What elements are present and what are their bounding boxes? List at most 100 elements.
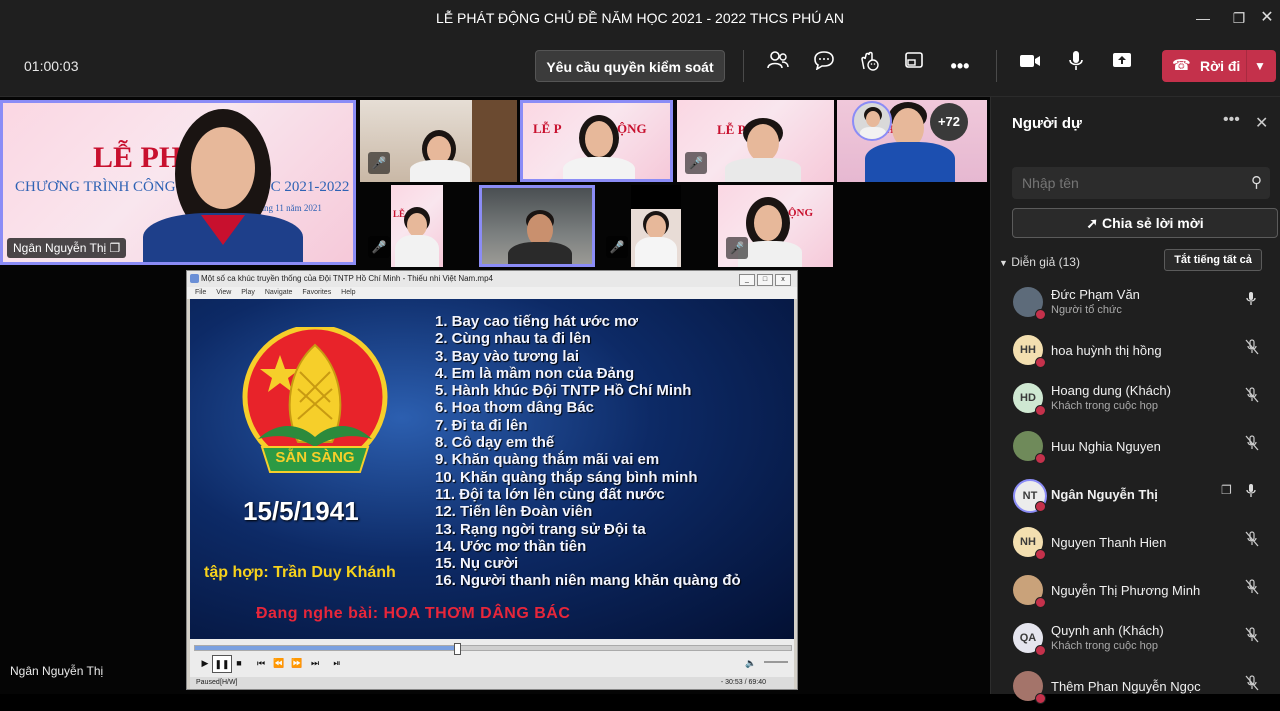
player-menu-file[interactable]: File bbox=[195, 289, 206, 296]
chevron-down-icon[interactable]: ▼ bbox=[1254, 50, 1266, 82]
player-menu-help[interactable]: Help bbox=[341, 289, 355, 296]
search-input[interactable] bbox=[1012, 167, 1242, 199]
microphone-muted-icon[interactable] bbox=[1245, 627, 1259, 646]
participant-name: hoa huỳnh thị hồng bbox=[1051, 343, 1162, 358]
microphone-muted-icon[interactable] bbox=[1245, 435, 1259, 454]
presence-status-icon bbox=[1035, 645, 1046, 656]
composer-credit: tập hợp: Trần Duy Khánh bbox=[204, 564, 396, 581]
mic-off-icon: 🎤 bbox=[606, 236, 628, 258]
player-menu-play[interactable]: Play bbox=[241, 289, 255, 296]
restore-icon[interactable]: ❐ bbox=[1224, 6, 1254, 30]
share-screen-icon: ❐ bbox=[109, 241, 121, 255]
video-tile-main-speaker[interactable]: LỄ PHÁ CHƯƠNG TRÌNH CÔNG HỌC 2021-2022 t… bbox=[0, 100, 356, 265]
participant-name: Ngân Nguyễn Thị bbox=[1051, 487, 1158, 502]
participant-row[interactable]: HD Hoang dung (Khách) Khách trong cuộc họp bbox=[991, 375, 1280, 423]
chat-icon[interactable] bbox=[808, 50, 840, 82]
camera-icon[interactable] bbox=[1014, 50, 1046, 82]
player-app-icon bbox=[190, 274, 199, 283]
close-icon[interactable]: ✕ bbox=[1255, 113, 1268, 133]
participant-name: Quynh anh (Khách) bbox=[1051, 623, 1164, 638]
video-tile[interactable]: LỄ P ỘNG bbox=[520, 100, 673, 182]
microphone-icon[interactable] bbox=[1245, 291, 1257, 310]
founding-date: 15/5/1941 bbox=[243, 496, 359, 526]
presence-status-icon bbox=[1035, 549, 1046, 560]
song-list-item: 3. Bay vào tương lai bbox=[435, 347, 580, 365]
player-controls: ▶ ❚❚ ■ ⏮ ⏪ ⏩ ⏭ ⏯ 🔈 Paused [H/W] - 30:53 … bbox=[190, 639, 794, 689]
stop-icon[interactable]: ■ bbox=[230, 655, 248, 671]
player-menu-favorites[interactable]: Favorites bbox=[302, 289, 331, 296]
participant-row[interactable]: Thêm Phan Nguyễn Ngọc bbox=[991, 663, 1280, 711]
song-list: 1. Bay cao tiếng hát ước mơ 2. Cùng nhau … bbox=[435, 313, 741, 590]
seek-bar[interactable] bbox=[194, 643, 792, 655]
player-menu-navigate[interactable]: Navigate bbox=[265, 289, 293, 296]
video-tile[interactable] bbox=[479, 185, 595, 267]
participant-shirt bbox=[635, 237, 677, 267]
participant-face bbox=[407, 213, 427, 237]
participant-row[interactable]: Huu Nghia Nguyen bbox=[991, 423, 1280, 471]
more-options-icon[interactable]: ••• bbox=[1223, 111, 1240, 129]
volume-slider[interactable] bbox=[764, 661, 788, 663]
share-screen-icon[interactable] bbox=[1106, 50, 1138, 82]
song-list-item: 7. Đi ta đi lên bbox=[435, 416, 528, 434]
participant-shirt bbox=[725, 158, 801, 182]
player-minimize-icon[interactable]: _ bbox=[739, 274, 755, 286]
share-tray-icon[interactable] bbox=[898, 50, 930, 82]
share-invite-button[interactable]: ➚ Chia sẻ lời mời bbox=[1012, 208, 1278, 238]
participant-row[interactable]: QA Quynh anh (Khách) Khách trong cuộc họp bbox=[991, 615, 1280, 663]
microphone-icon[interactable] bbox=[1060, 50, 1092, 82]
microphone-muted-icon[interactable] bbox=[1245, 579, 1259, 598]
presenters-section-header[interactable]: ▼ Diễn giả (13) bbox=[999, 255, 1080, 269]
leave-split-divider bbox=[1246, 50, 1247, 82]
mute-all-button[interactable]: Tắt tiếng tất cả bbox=[1164, 249, 1262, 271]
banner-subline: CHƯƠNG TRÌNH CÔNG bbox=[15, 179, 176, 195]
participant-avatar[interactable] bbox=[852, 101, 892, 141]
microphone-muted-icon[interactable] bbox=[1245, 531, 1259, 550]
video-tile[interactable] bbox=[631, 185, 681, 267]
fast-forward-icon[interactable]: ⏩ bbox=[288, 655, 306, 671]
participant-row[interactable]: NH Nguyen Thanh Hien bbox=[991, 519, 1280, 567]
request-control-button[interactable]: Yêu cầu quyền kiểm soát bbox=[535, 50, 725, 82]
previous-icon[interactable]: ⏮ bbox=[252, 655, 270, 671]
participant-row[interactable]: Đức Phạm Văn Người tổ chức bbox=[991, 279, 1280, 327]
player-menu-view[interactable]: View bbox=[216, 289, 231, 296]
participant-name-badge: Ngân Nguyễn Thị ❐ bbox=[7, 238, 127, 258]
participants-panel: Người dự ••• ✕ ⚲ ➚ Chia sẻ lời mời ▼ Diễ… bbox=[990, 97, 1280, 704]
phone-hangup-icon: ☎ bbox=[1172, 57, 1191, 74]
playback-time: - 30:53 / 69:40 bbox=[720, 679, 766, 686]
video-tile[interactable]: LỄ PHÁ G 🎤 bbox=[677, 100, 834, 182]
microphone-muted-icon[interactable] bbox=[1245, 387, 1259, 406]
player-maximize-icon[interactable]: □ bbox=[757, 274, 773, 286]
leave-button[interactable]: ☎ Rời đi ▼ bbox=[1162, 50, 1276, 82]
participant-row[interactable]: NT Ngân Nguyễn Thị ❐ bbox=[991, 471, 1280, 519]
next-icon[interactable]: ⏭ bbox=[306, 655, 324, 671]
participant-row[interactable]: Nguyễn Thị Phương Minh bbox=[991, 567, 1280, 615]
close-window-icon[interactable]: ✕ bbox=[1252, 6, 1280, 30]
microphone-icon[interactable] bbox=[1245, 483, 1257, 502]
search-icon[interactable]: ⚲ bbox=[1251, 173, 1262, 191]
pause-icon[interactable]: ❚❚ bbox=[212, 655, 232, 673]
participant-row[interactable]: HH hoa huỳnh thị hồng bbox=[991, 327, 1280, 375]
video-tile[interactable]: LỄ PH bbox=[391, 185, 443, 267]
microphone-muted-icon[interactable] bbox=[1245, 339, 1259, 358]
player-close-icon[interactable]: x bbox=[775, 274, 791, 286]
banner-text: ỘNG bbox=[617, 121, 647, 136]
song-list-item: 8. Cô dạy em thế bbox=[435, 434, 555, 452]
more-options-icon[interactable]: ••• bbox=[944, 50, 976, 82]
presence-status-icon bbox=[1035, 405, 1046, 416]
minimize-icon[interactable]: — bbox=[1188, 6, 1218, 30]
more-participants-button[interactable]: +72 bbox=[930, 103, 968, 141]
seek-handle[interactable] bbox=[454, 643, 462, 655]
people-icon[interactable] bbox=[762, 50, 794, 82]
frame-step-icon[interactable]: ⏯ bbox=[328, 655, 346, 671]
reactions-icon[interactable] bbox=[852, 50, 884, 82]
microphone-muted-icon[interactable] bbox=[1245, 675, 1259, 694]
toolbar-divider bbox=[996, 50, 997, 82]
share-invite-label: Chia sẻ lời mời bbox=[1102, 215, 1204, 231]
rewind-icon[interactable]: ⏪ bbox=[270, 655, 288, 671]
toolbar-divider bbox=[743, 50, 744, 82]
video-tile[interactable]: 🎤 bbox=[360, 100, 517, 182]
video-tile[interactable]: ĐỘNG 🎤 bbox=[718, 185, 833, 267]
mic-off-icon: 🎤 bbox=[685, 152, 707, 174]
volume-icon[interactable]: 🔈 bbox=[742, 655, 760, 671]
participant-role: Người tổ chức bbox=[1051, 304, 1122, 316]
